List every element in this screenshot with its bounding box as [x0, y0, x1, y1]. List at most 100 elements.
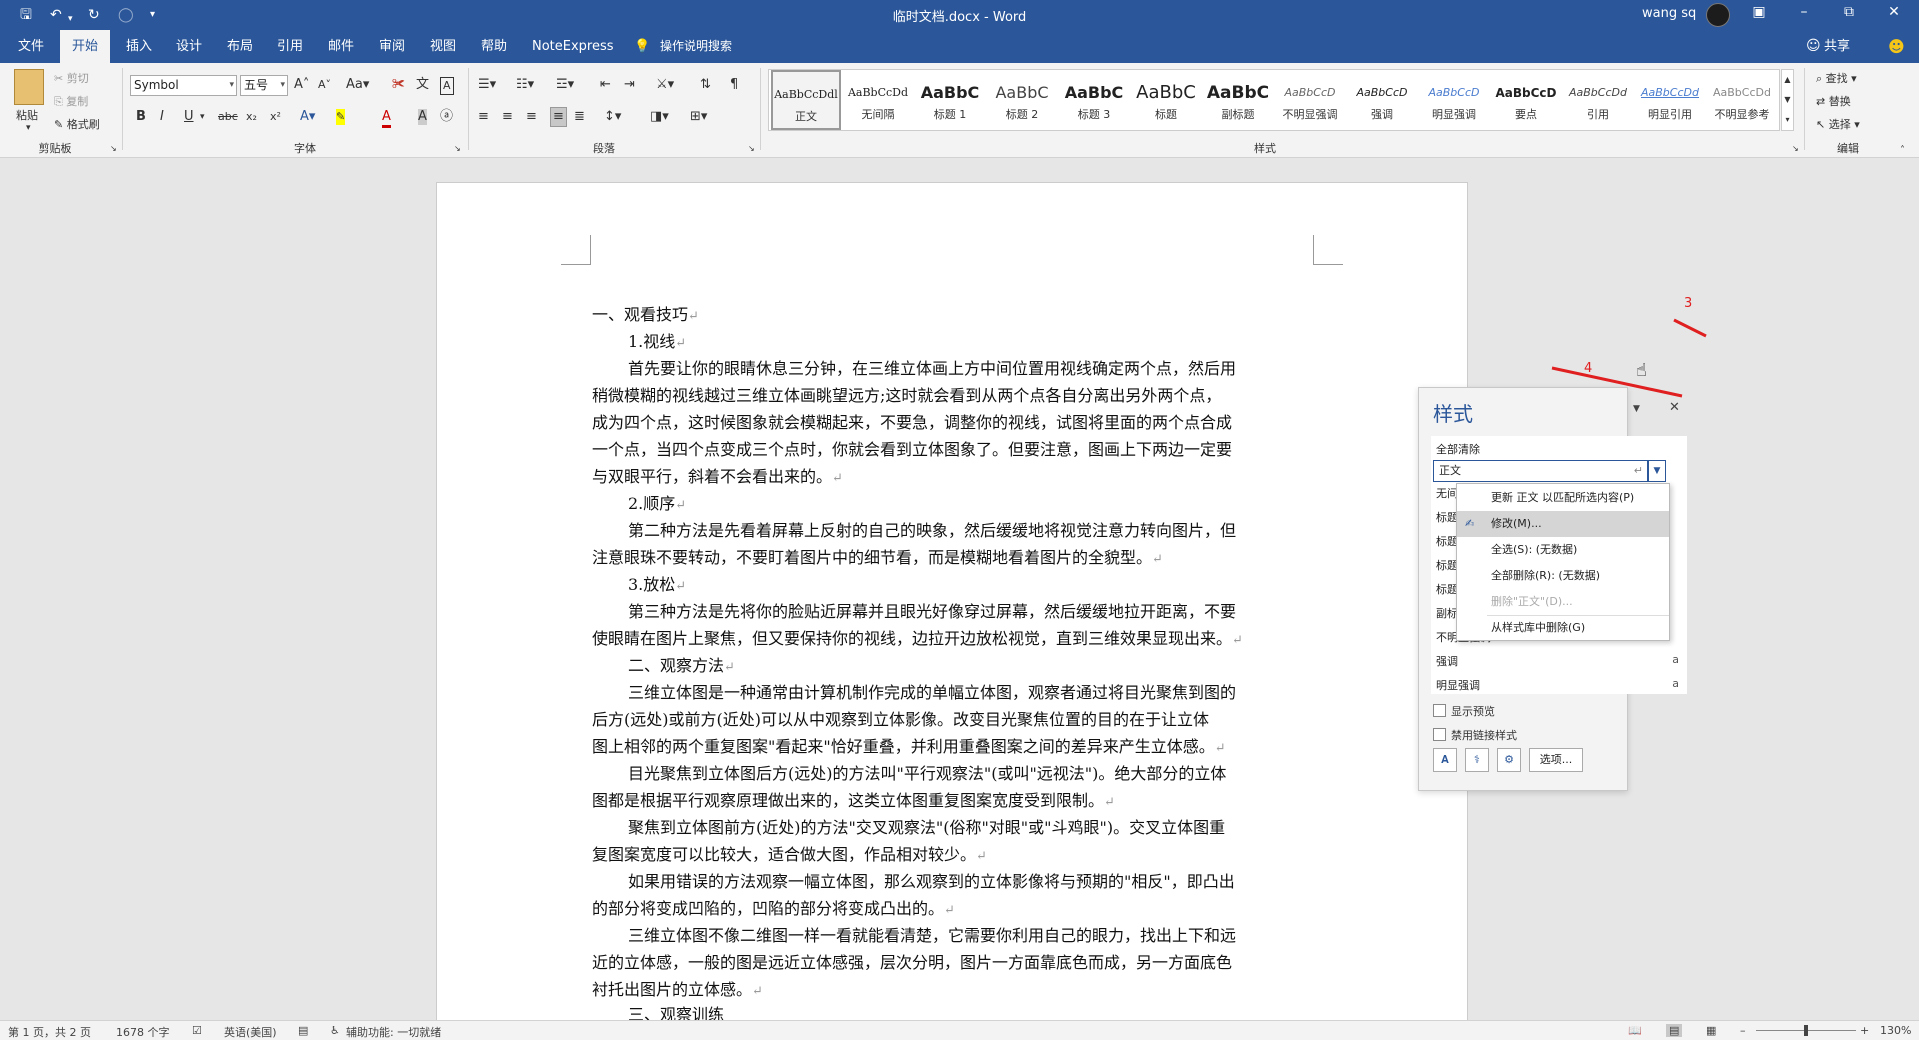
- distributed-icon[interactable]: ≣: [574, 109, 585, 125]
- character-shading-icon[interactable]: A: [418, 109, 427, 125]
- show-marks-icon[interactable]: ¶: [730, 77, 738, 93]
- align-center-icon[interactable]: ≡: [502, 109, 513, 125]
- replace-button[interactable]: ⇄ 替换: [1816, 93, 1851, 109]
- tab-view[interactable]: 视图: [428, 30, 458, 63]
- decrease-indent-icon[interactable]: ⇤: [600, 77, 611, 93]
- phonetic-guide-icon[interactable]: 文: [416, 77, 429, 93]
- style-heading-2[interactable]: AaBbC 标题 2: [987, 70, 1057, 130]
- tab-home[interactable]: 开始: [60, 30, 111, 63]
- increase-indent-icon[interactable]: ⇥: [624, 77, 635, 93]
- tab-insert[interactable]: 插入: [124, 30, 154, 63]
- style-quote[interactable]: AaBbCcDd 引用: [1563, 70, 1633, 130]
- zoom-in-icon[interactable]: +: [1860, 1024, 1869, 1037]
- style-title[interactable]: AaBbC 标题: [1131, 70, 1201, 130]
- enclose-characters-icon[interactable]: ⓐ: [440, 109, 453, 125]
- sort-icon[interactable]: ⇅: [700, 77, 711, 93]
- macro-icon[interactable]: ▤: [298, 1024, 308, 1037]
- tab-help[interactable]: 帮助: [479, 30, 509, 63]
- grow-font-icon[interactable]: A˄: [294, 77, 309, 93]
- word-count[interactable]: 1678 个字: [116, 1024, 170, 1040]
- underline-icon[interactable]: U: [184, 109, 194, 125]
- justify-icon[interactable]: ≡: [550, 107, 567, 127]
- tab-review[interactable]: 审阅: [377, 30, 407, 63]
- borders-icon[interactable]: ⊞▾: [690, 109, 707, 125]
- style-normal[interactable]: AaBbCcDdl 正文: [771, 70, 841, 130]
- tab-file[interactable]: 文件: [16, 30, 46, 63]
- style-intense-quote[interactable]: AaBbCcDd 明显引用: [1635, 70, 1705, 130]
- style-intense-emphasis[interactable]: AaBbCcD 明显强调: [1419, 70, 1489, 130]
- paragraph-launcher-icon[interactable]: ↘: [748, 144, 755, 153]
- select-button[interactable]: ↖ 选择 ▾: [1816, 116, 1860, 132]
- style-subtle-emphasis[interactable]: AaBbCcD 不明显强调: [1275, 70, 1345, 130]
- style-emphasis[interactable]: AaBbCcD 强调: [1347, 70, 1417, 130]
- bold-icon[interactable]: B: [136, 109, 146, 125]
- subscript-icon[interactable]: x₂: [246, 109, 257, 125]
- tell-me-search[interactable]: 操作说明搜索: [658, 30, 734, 63]
- group-clipboard-label: 剪贴板: [38, 142, 72, 155]
- underline-dropdown-icon[interactable]: ▾: [200, 109, 205, 125]
- styles-launcher-icon[interactable]: ↘: [1792, 144, 1799, 153]
- gallery-scroll-buttons[interactable]: ▲ ▼ ▾: [1781, 69, 1794, 131]
- shading-icon[interactable]: ◨▾: [650, 109, 669, 125]
- style-subtitle[interactable]: AaBbC 副标题: [1203, 70, 1273, 130]
- superscript-icon[interactable]: x²: [270, 109, 281, 125]
- smiley-feedback-icon[interactable]: ☻: [1886, 30, 1907, 63]
- style-heading-1[interactable]: AaBbC 标题 1: [915, 70, 985, 130]
- share-button[interactable]: 共享: [1822, 30, 1852, 63]
- text-effects-icon[interactable]: A▾: [300, 109, 315, 125]
- numbering-icon[interactable]: ☷▾: [516, 77, 534, 93]
- style-no-spacing[interactable]: AaBbCcDd 无间隔: [843, 70, 913, 130]
- zoom-out-icon[interactable]: –: [1740, 1024, 1746, 1037]
- font-name-combobox[interactable]: Symbol ▾: [130, 75, 237, 96]
- align-right-icon[interactable]: ≡: [526, 109, 537, 125]
- user-name[interactable]: wang sq: [1642, 6, 1696, 21]
- web-layout-icon[interactable]: ▦: [1706, 1024, 1716, 1037]
- avatar[interactable]: [1706, 3, 1730, 27]
- collapse-ribbon-icon[interactable]: ˄: [1900, 145, 1905, 156]
- chinese-layout-icon[interactable]: ⚔▾: [656, 77, 674, 93]
- align-left-icon[interactable]: ≡: [478, 109, 489, 125]
- paste-icon[interactable]: [14, 69, 44, 105]
- zoom-slider-thumb[interactable]: [1804, 1025, 1808, 1036]
- strikethrough-icon[interactable]: abc: [218, 109, 238, 125]
- style-subtle-reference[interactable]: AaBbCcDd 不明显参考: [1707, 70, 1777, 130]
- ribbon-display-icon[interactable]: ▣: [1748, 4, 1770, 20]
- minimize-icon[interactable]: –: [1793, 4, 1815, 20]
- cut-button[interactable]: ✂ 剪切: [54, 70, 89, 86]
- page-count[interactable]: 第 1 页，共 2 页: [8, 1024, 91, 1040]
- clipboard-launcher-icon[interactable]: ↘: [110, 144, 117, 153]
- change-case-icon[interactable]: Aa▾: [346, 77, 369, 93]
- find-button[interactable]: ⌕ 查找 ▾: [1816, 70, 1857, 86]
- tab-layout[interactable]: 布局: [225, 30, 255, 63]
- tab-noteexpress[interactable]: NoteExpress: [530, 30, 616, 63]
- read-mode-icon[interactable]: 📖: [1628, 1024, 1642, 1037]
- bullets-icon[interactable]: ☰▾: [478, 77, 496, 93]
- character-border-icon[interactable]: A: [440, 77, 454, 95]
- font-size-combobox[interactable]: 五号 ▾: [240, 75, 288, 96]
- paste-dropdown-icon[interactable]: ▾: [26, 123, 31, 133]
- tab-references[interactable]: 引用: [275, 30, 305, 63]
- highlight-icon[interactable]: ✎: [336, 109, 346, 125]
- style-strong[interactable]: AaBbCcD 要点: [1491, 70, 1561, 130]
- proofing-icon[interactable]: ☑: [192, 1024, 202, 1037]
- close-icon[interactable]: ✕: [1883, 4, 1905, 20]
- accessibility-status[interactable]: 辅助功能: 一切就绪: [346, 1024, 441, 1040]
- multilevel-list-icon[interactable]: ☲▾: [556, 77, 574, 93]
- restore-icon[interactable]: ⧉: [1838, 4, 1860, 20]
- paste-button[interactable]: 粘贴: [16, 107, 38, 123]
- language-status[interactable]: 英语(美国): [224, 1024, 277, 1040]
- clear-formatting-icon[interactable]: ✀: [392, 77, 405, 93]
- format-painter-button[interactable]: ✎ 格式刷: [54, 116, 100, 132]
- italic-icon[interactable]: I: [160, 109, 164, 125]
- line-spacing-icon[interactable]: ↕▾: [604, 109, 621, 125]
- shrink-font-icon[interactable]: A˅: [318, 77, 331, 93]
- group-font-label: 字体: [294, 142, 316, 155]
- tab-design[interactable]: 设计: [174, 30, 204, 63]
- zoom-level[interactable]: 130%: [1880, 1024, 1911, 1037]
- font-launcher-icon[interactable]: ↘: [454, 144, 461, 153]
- style-heading-3[interactable]: AaBbC 标题 3: [1059, 70, 1129, 130]
- tab-mailings[interactable]: 邮件: [326, 30, 356, 63]
- print-layout-icon[interactable]: ▤: [1666, 1024, 1683, 1037]
- copy-button[interactable]: ⎘ 复制: [54, 93, 88, 109]
- font-color-icon[interactable]: A: [382, 109, 391, 128]
